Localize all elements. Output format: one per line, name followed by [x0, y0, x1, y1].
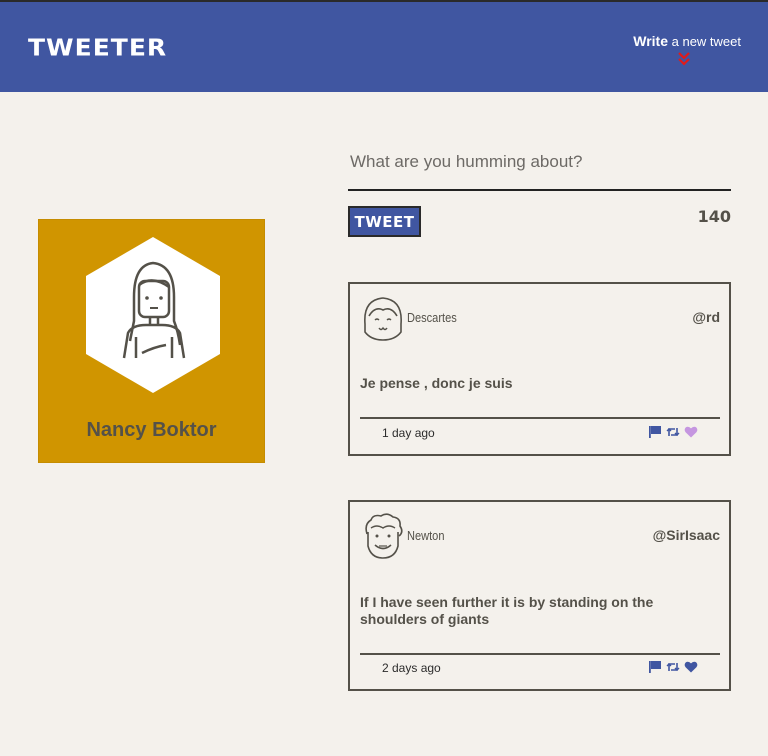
heart-icon[interactable] [684, 425, 698, 439]
flag-icon[interactable] [648, 425, 662, 439]
app-logo: TWEETER [28, 34, 168, 61]
tweet-author-name: Descartes [407, 310, 457, 325]
profile-card: Nancy Boktor [38, 219, 265, 463]
heart-icon[interactable] [684, 660, 698, 674]
tweet-text: If I have seen further it is by standing… [360, 594, 654, 627]
curly-hair-man-avatar-icon [365, 513, 403, 559]
compose-link-bold: Write [633, 33, 668, 49]
write-new-tweet-link[interactable]: Write a new tweet [633, 33, 741, 49]
retweet-icon[interactable] [666, 660, 680, 674]
tweet-timestamp: 1 day ago [382, 426, 435, 440]
tweet-divider [360, 417, 720, 419]
tweet-actions [648, 660, 698, 674]
tweet-divider [360, 653, 720, 655]
retweet-icon[interactable] [666, 425, 680, 439]
tweet-composer: TWEET 140 [348, 135, 731, 237]
profile-name: Nancy Boktor [86, 419, 217, 441]
tweet-actions [648, 425, 698, 439]
tweet-author-handle: @rd [692, 309, 720, 325]
tweet-text: Je pense , donc je suis [360, 375, 513, 391]
woman-avatar-icon [86, 237, 220, 393]
flag-icon[interactable] [648, 660, 662, 674]
tweet-timestamp: 2 days ago [382, 661, 441, 675]
top-nav: TWEETER Write a new tweet [0, 0, 768, 92]
tweet-textarea[interactable] [348, 135, 731, 191]
tweet-card: Newton @SirIsaac If I have seen further … [348, 500, 731, 691]
girl-avatar-icon [364, 297, 402, 341]
char-counter: 140 [697, 207, 731, 226]
tweet-button[interactable]: TWEET [348, 206, 421, 237]
tweet-author-name: Newton [407, 528, 445, 543]
double-chevron-down-icon[interactable] [678, 51, 690, 67]
tweet-card: Descartes @rd Je pense , donc je suis 1 … [348, 282, 731, 456]
compose-link-text: a new tweet [671, 34, 741, 49]
tweet-author-handle: @SirIsaac [652, 527, 720, 543]
